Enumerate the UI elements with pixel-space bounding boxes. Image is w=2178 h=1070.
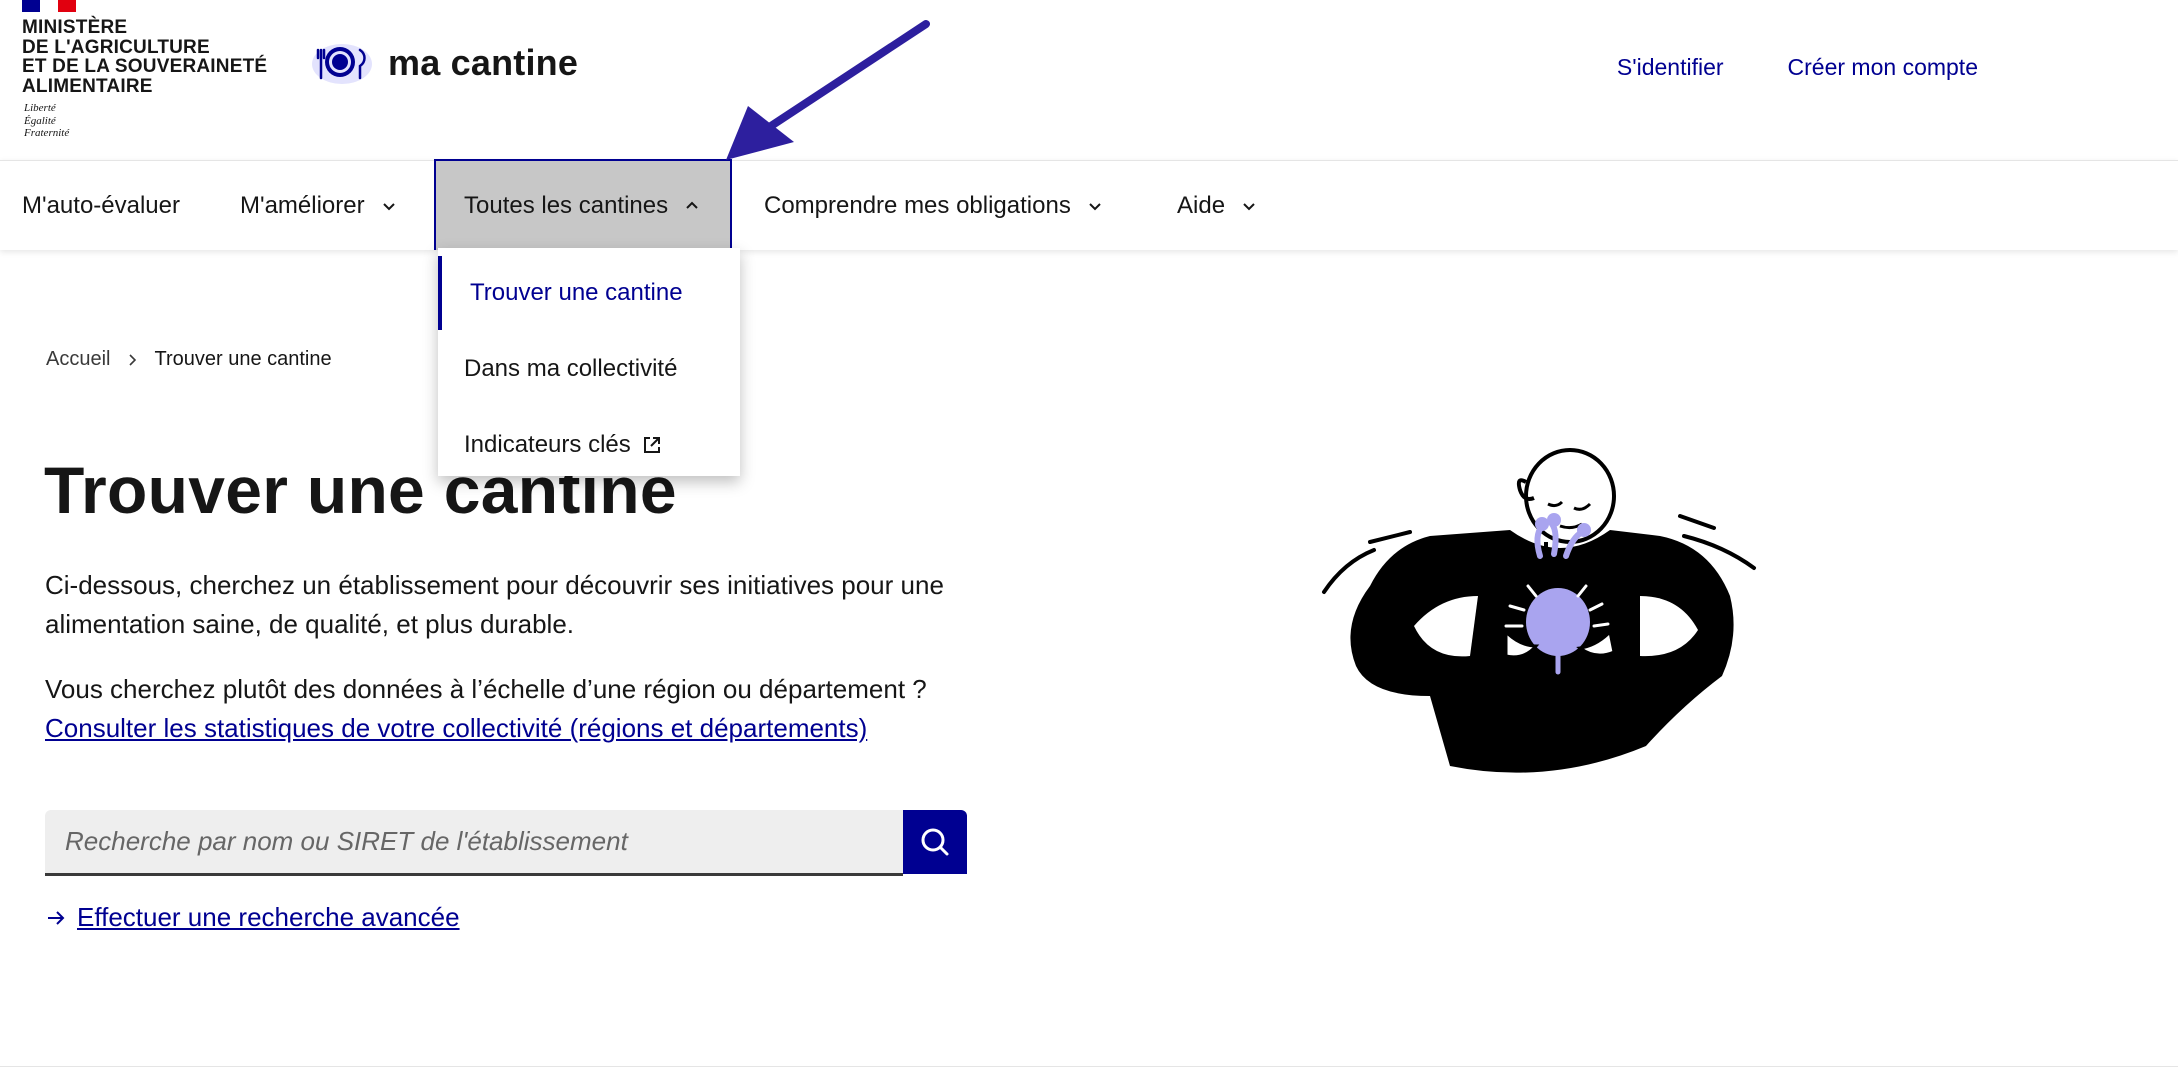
nav-item-help[interactable]: Aide xyxy=(1177,161,1259,250)
collectivity-question: Vous cherchez plutôt des données à l’éch… xyxy=(45,670,1065,748)
nav-item-self-assess[interactable]: M'auto-évaluer xyxy=(22,161,180,250)
breadcrumb: Accueil Trouver une cantine xyxy=(46,348,332,371)
advanced-search-link[interactable]: Effectuer une recherche avancée xyxy=(45,902,460,933)
chevron-down-icon xyxy=(1239,196,1259,216)
dropdown-item-label: Trouver une cantine xyxy=(470,279,683,306)
chevron-down-icon xyxy=(379,196,399,216)
breadcrumb-home[interactable]: Accueil xyxy=(46,348,110,371)
plate-logo-icon[interactable] xyxy=(306,38,374,90)
chevron-up-icon xyxy=(682,196,702,216)
motto-line: Égalité xyxy=(24,114,56,127)
dropdown-item-key-indicators[interactable]: Indicateurs clés xyxy=(438,408,740,482)
site-name[interactable]: ma cantine xyxy=(388,40,578,86)
nav-item-label: Toutes les cantines xyxy=(464,191,669,219)
search-input[interactable] xyxy=(45,810,903,876)
search-button[interactable] xyxy=(903,810,967,874)
motto-line: Liberté xyxy=(24,102,56,114)
breadcrumb-current: Trouver une cantine xyxy=(154,348,332,370)
register-link[interactable]: Créer mon compte xyxy=(1788,52,1978,82)
nav-item-label: Aide xyxy=(1177,191,1226,219)
collectivity-stats-link[interactable]: Consulter les statistiques de votre coll… xyxy=(45,713,867,743)
chevron-right-icon xyxy=(129,353,137,366)
intro-text: Ci-dessous, cherchez un établissement po… xyxy=(45,570,944,639)
search-bar xyxy=(45,810,967,876)
nav-item-label: Comprendre mes obligations xyxy=(764,191,1071,219)
french-flag-icon xyxy=(22,0,76,12)
ministry-name: Ministère de l'Agriculture et de la Souv… xyxy=(22,18,302,96)
dropdown-item-my-collectivity[interactable]: Dans ma collectivité xyxy=(438,332,740,406)
ministry-line: Alimentaire xyxy=(22,75,153,97)
ministry-line: Ministère xyxy=(22,17,128,38)
advanced-search-label: Effectuer une recherche avancée xyxy=(77,902,460,932)
nav-item-all-canteens[interactable]: Toutes les cantines xyxy=(434,159,733,250)
site-header: Ministère de l'Agriculture et de la Souv… xyxy=(0,0,1978,160)
motto-line: Fraternité xyxy=(24,127,70,139)
footer-divider xyxy=(0,1066,2178,1067)
search-icon xyxy=(921,828,949,856)
dropdown-item-find-canteen[interactable]: Trouver une cantine xyxy=(438,256,740,330)
ministry-line: de l'Agriculture xyxy=(22,36,210,58)
all-canteens-dropdown: Trouver une cantine Dans ma collectivité… xyxy=(438,248,740,476)
ministry-line: et de la Souveraineté xyxy=(22,56,268,77)
main-navigation: M'auto-évaluer M'améliorer Toutes les ca… xyxy=(0,159,2178,250)
external-link-icon xyxy=(643,437,660,453)
chevron-down-icon xyxy=(1085,196,1105,216)
question-text: Vous cherchez plutôt des données à l’éch… xyxy=(45,674,927,704)
header-tools: S'identifier Créer mon compte xyxy=(1617,52,1978,82)
dropdown-item-label: Dans ma collectivité xyxy=(464,355,678,382)
nav-item-label: M'auto-évaluer xyxy=(22,191,180,219)
nav-item-improve[interactable]: M'améliorer xyxy=(240,161,399,250)
arrow-right-icon xyxy=(48,910,65,925)
republic-motto: Liberté Égalité Fraternité xyxy=(24,102,69,140)
nav-item-label: M'améliorer xyxy=(240,191,365,219)
person-hugging-turnip-illustration xyxy=(1310,446,1780,782)
dropdown-item-label: Indicateurs clés xyxy=(464,431,631,458)
nav-item-obligations[interactable]: Comprendre mes obligations xyxy=(764,161,1105,250)
login-link[interactable]: S'identifier xyxy=(1617,52,1724,82)
